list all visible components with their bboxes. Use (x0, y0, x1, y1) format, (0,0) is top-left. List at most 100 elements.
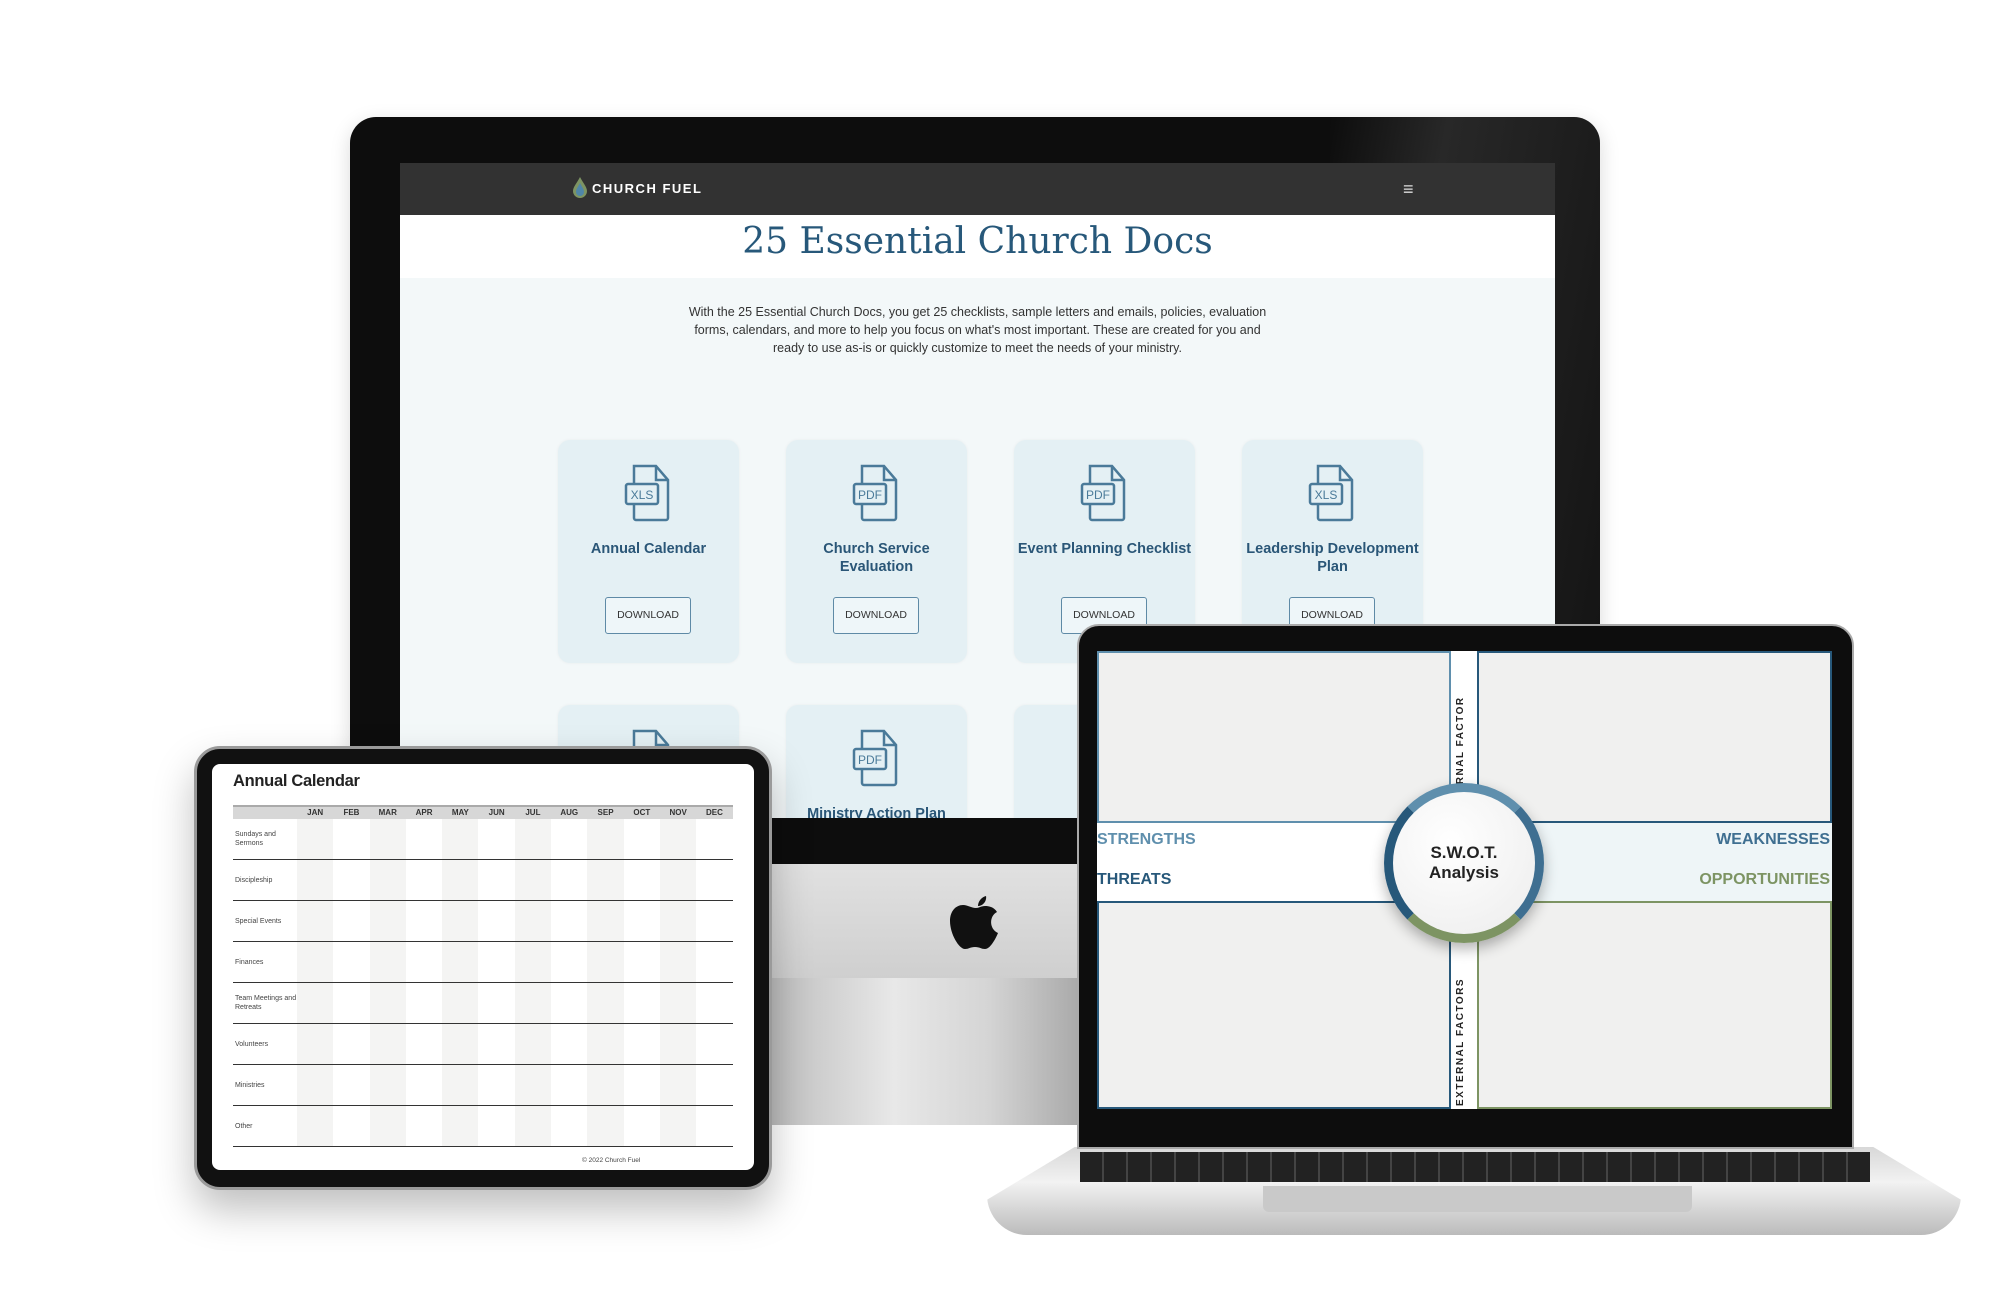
calendar-cell[interactable] (478, 983, 514, 1023)
calendar-cell[interactable] (478, 1065, 514, 1105)
calendar-cell[interactable] (369, 1065, 406, 1105)
calendar-cell[interactable] (514, 860, 552, 900)
calendar-cell[interactable] (369, 819, 406, 859)
calendar-cell[interactable] (442, 901, 479, 941)
calendar-cell[interactable] (297, 983, 334, 1023)
calendar-cell[interactable] (514, 819, 552, 859)
calendar-cell[interactable] (587, 860, 624, 900)
calendar-cell[interactable] (659, 1065, 697, 1105)
calendar-cell[interactable] (406, 983, 442, 1023)
calendar-cell[interactable] (369, 1106, 406, 1146)
calendar-cell[interactable] (297, 901, 334, 941)
calendar-cell[interactable] (369, 983, 406, 1023)
calendar-cell[interactable] (659, 860, 697, 900)
calendar-cell[interactable] (333, 860, 369, 900)
calendar-cell[interactable] (659, 942, 697, 982)
calendar-cell[interactable] (297, 819, 334, 859)
calendar-cell[interactable] (333, 983, 369, 1023)
calendar-cell[interactable] (696, 901, 732, 941)
calendar-cell[interactable] (297, 1106, 334, 1146)
calendar-cell[interactable] (406, 901, 442, 941)
calendar-cell[interactable] (587, 942, 624, 982)
calendar-cell[interactable] (696, 1106, 732, 1146)
calendar-cell[interactable] (696, 860, 732, 900)
calendar-cell[interactable] (624, 942, 660, 982)
calendar-cell[interactable] (659, 819, 697, 859)
calendar-cell[interactable] (551, 1106, 587, 1146)
download-button[interactable]: DOWNLOAD (833, 597, 919, 634)
calendar-cell[interactable] (297, 1065, 334, 1105)
calendar-cell[interactable] (333, 1065, 369, 1105)
calendar-cell[interactable] (624, 860, 660, 900)
calendar-cell[interactable] (551, 1065, 587, 1105)
calendar-cell[interactable] (624, 1106, 660, 1146)
calendar-cell[interactable] (696, 942, 732, 982)
calendar-cell[interactable] (587, 983, 624, 1023)
church-fuel-logo[interactable]: CHURCH FUEL (572, 177, 702, 199)
download-button[interactable]: DOWNLOAD (605, 597, 691, 634)
calendar-cell[interactable] (587, 1024, 624, 1064)
calendar-cell[interactable] (551, 983, 587, 1023)
calendar-cell[interactable] (696, 983, 732, 1023)
calendar-cell[interactable] (406, 1065, 442, 1105)
calendar-cell[interactable] (333, 1024, 369, 1064)
calendar-cell[interactable] (406, 1024, 442, 1064)
calendar-cell[interactable] (369, 901, 406, 941)
calendar-cell[interactable] (442, 983, 479, 1023)
calendar-cell[interactable] (333, 901, 369, 941)
calendar-cell[interactable] (514, 901, 552, 941)
calendar-cell[interactable] (333, 1106, 369, 1146)
calendar-cell[interactable] (514, 1065, 552, 1105)
calendar-cell[interactable] (442, 1106, 479, 1146)
calendar-cell[interactable] (442, 942, 479, 982)
calendar-cell[interactable] (551, 860, 587, 900)
calendar-cell[interactable] (587, 819, 624, 859)
calendar-cell[interactable] (333, 819, 369, 859)
calendar-cell[interactable] (659, 983, 697, 1023)
calendar-cell[interactable] (442, 1024, 479, 1064)
calendar-cell[interactable] (624, 901, 660, 941)
calendar-cell[interactable] (369, 942, 406, 982)
calendar-cell[interactable] (696, 819, 732, 859)
calendar-cell[interactable] (297, 1024, 334, 1064)
calendar-cell[interactable] (551, 901, 587, 941)
calendar-cell[interactable] (514, 983, 552, 1023)
calendar-cell[interactable] (369, 860, 406, 900)
calendar-cell[interactable] (333, 942, 369, 982)
calendar-cell[interactable] (478, 1106, 514, 1146)
calendar-cell[interactable] (587, 1065, 624, 1105)
calendar-cell[interactable] (478, 819, 514, 859)
calendar-cell[interactable] (406, 860, 442, 900)
calendar-cell[interactable] (514, 1024, 552, 1064)
calendar-cell[interactable] (624, 1024, 660, 1064)
calendar-cell[interactable] (297, 860, 334, 900)
calendar-cell[interactable] (406, 942, 442, 982)
calendar-cell[interactable] (624, 983, 660, 1023)
calendar-cell[interactable] (696, 1065, 732, 1105)
calendar-cell[interactable] (587, 901, 624, 941)
calendar-cell[interactable] (442, 1065, 479, 1105)
calendar-cell[interactable] (514, 1106, 552, 1146)
calendar-cell[interactable] (659, 1106, 697, 1146)
calendar-cell[interactable] (406, 819, 442, 859)
calendar-cell[interactable] (551, 942, 587, 982)
calendar-cell[interactable] (587, 1106, 624, 1146)
calendar-cell[interactable] (551, 1024, 587, 1064)
calendar-cell[interactable] (478, 942, 514, 982)
calendar-cell[interactable] (406, 1106, 442, 1146)
calendar-cell[interactable] (369, 1024, 406, 1064)
hamburger-icon[interactable]: ≡ (1403, 179, 1414, 200)
calendar-cell[interactable] (624, 1065, 660, 1105)
calendar-cell[interactable] (478, 860, 514, 900)
calendar-cell[interactable] (478, 901, 514, 941)
calendar-cell[interactable] (442, 819, 479, 859)
calendar-cell[interactable] (442, 860, 479, 900)
calendar-cell[interactable] (478, 1024, 514, 1064)
calendar-cell[interactable] (297, 942, 334, 982)
calendar-cell[interactable] (624, 819, 660, 859)
calendar-cell[interactable] (659, 1024, 697, 1064)
calendar-cell[interactable] (659, 901, 697, 941)
calendar-cell[interactable] (551, 819, 587, 859)
calendar-cell[interactable] (514, 942, 552, 982)
calendar-cell[interactable] (696, 1024, 732, 1064)
